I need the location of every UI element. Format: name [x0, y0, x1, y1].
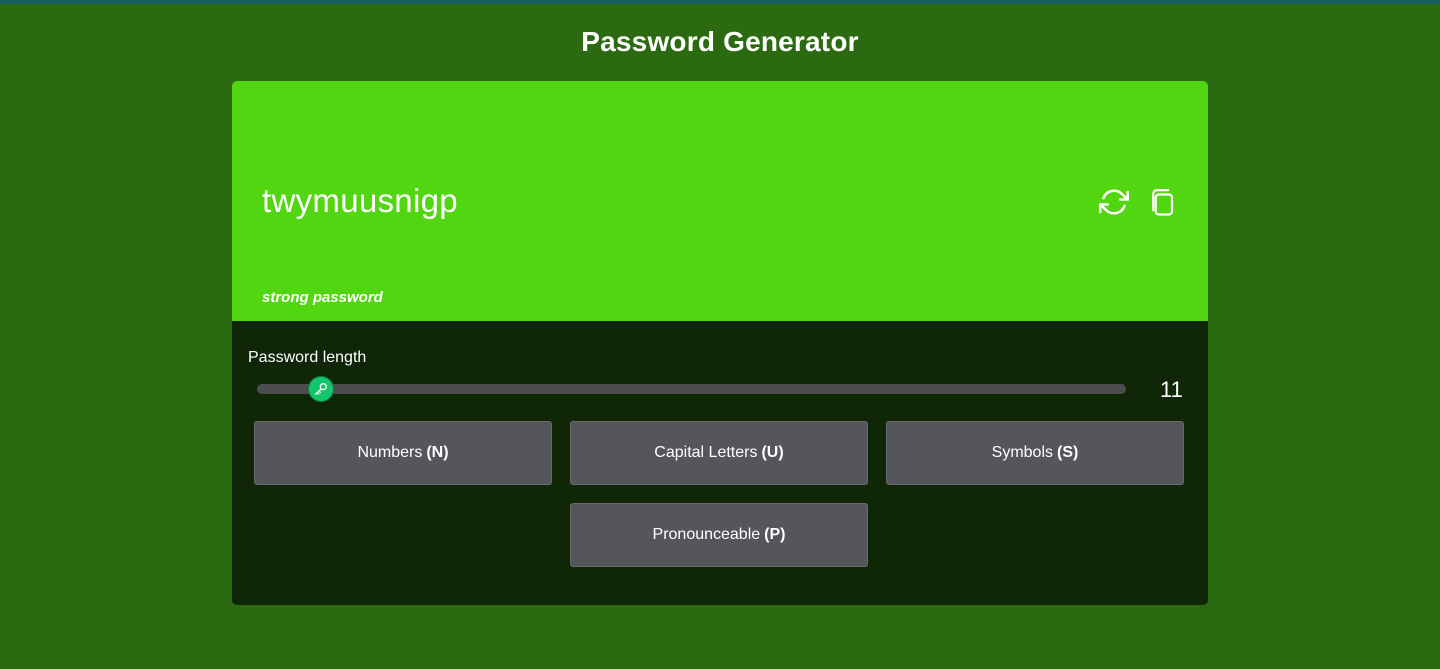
length-label: Password length [248, 349, 367, 366]
option-shortcut: (P) [764, 526, 786, 543]
numbers-toggle-button[interactable]: Numbers (N) [254, 421, 552, 485]
symbols-toggle-button[interactable]: Symbols (S) [886, 421, 1184, 485]
option-label: Pronounceable [652, 526, 761, 543]
controls-panel: Password length 11 Numbers (N) Capital L… [232, 321, 1208, 605]
option-shortcut: (S) [1057, 444, 1079, 461]
page-title: Password Generator [581, 26, 859, 57]
refresh-button[interactable] [1098, 186, 1130, 218]
generator-card: twymuusnigp strong password Password len… [232, 81, 1208, 605]
generated-password[interactable]: twymuusnigp [262, 182, 458, 220]
option-label: Numbers [357, 444, 423, 461]
password-display: twymuusnigp strong password [232, 81, 1208, 321]
length-value: 11 [1160, 377, 1183, 402]
option-label: Capital Letters [654, 444, 758, 461]
copy-icon [1152, 189, 1174, 216]
top-strip [0, 0, 1440, 4]
pronounceable-toggle-button[interactable]: Pronounceable (P) [570, 503, 868, 567]
capital-letters-toggle-button[interactable]: Capital Letters (U) [570, 421, 868, 485]
option-label: Symbols [991, 444, 1054, 461]
option-shortcut: (N) [426, 444, 449, 461]
option-shortcut: (U) [761, 444, 784, 461]
copy-button[interactable] [1146, 186, 1178, 218]
slider-thumb[interactable] [308, 376, 335, 402]
refresh-icon [1099, 189, 1129, 215]
length-slider[interactable] [257, 376, 1126, 402]
strength-indicator: strong password [262, 289, 383, 306]
key-icon [315, 383, 328, 395]
